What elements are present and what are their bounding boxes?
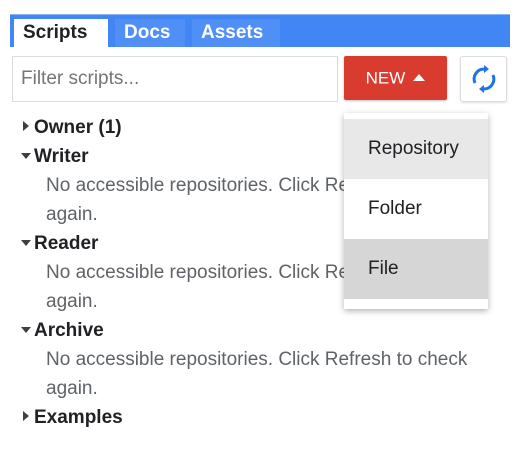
new-button-label: NEW xyxy=(365,68,406,88)
collapse-arrow-icon xyxy=(20,142,34,171)
menu-item-file[interactable]: File xyxy=(344,239,488,299)
collapse-arrow-icon xyxy=(20,316,34,345)
expand-arrow-icon xyxy=(20,403,34,432)
expand-arrow-icon xyxy=(20,113,34,142)
refresh-icon xyxy=(472,65,495,93)
tab-scripts[interactable]: Scripts xyxy=(14,19,108,47)
new-dropdown-menu: Repository Folder File xyxy=(344,113,488,309)
tree-node-label: Reader xyxy=(34,233,99,254)
panel-tab-bar: Scripts Docs Assets xyxy=(10,14,510,47)
tree-node-archive[interactable]: Archive xyxy=(20,316,490,345)
tree-node-label: Examples xyxy=(34,407,123,428)
tree-node-label: Writer xyxy=(34,146,89,167)
tree-node-label: Owner (1) xyxy=(34,117,122,138)
tab-assets[interactable]: Assets xyxy=(192,19,280,47)
tree-node-examples[interactable]: Examples xyxy=(20,403,490,432)
collapse-arrow-icon xyxy=(20,229,34,258)
menu-item-folder[interactable]: Folder xyxy=(344,179,488,239)
tree-node-label: Archive xyxy=(34,320,104,341)
caret-up-icon xyxy=(413,73,426,81)
new-button[interactable]: NEW xyxy=(344,56,447,100)
tree-node-empty-message: No accessible repositories. Click Refres… xyxy=(46,349,468,399)
tab-docs[interactable]: Docs xyxy=(115,19,185,47)
refresh-button[interactable] xyxy=(460,56,507,102)
menu-item-repository[interactable]: Repository xyxy=(344,119,488,179)
code-editor-scripts-panel: Scripts Docs Assets NEW Owner (1) Writer… xyxy=(0,0,514,459)
filter-scripts-input[interactable] xyxy=(12,56,338,102)
